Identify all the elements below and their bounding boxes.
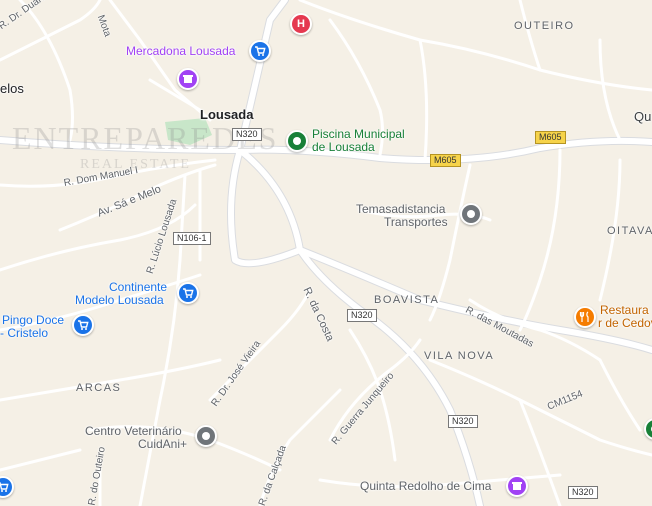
- store-icon[interactable]: [506, 475, 528, 497]
- place-oitava: OITAVA: [607, 225, 652, 237]
- road-shield-m605: M605: [535, 131, 566, 144]
- place-icon[interactable]: [195, 425, 217, 447]
- shopping-cart-icon[interactable]: [249, 40, 271, 62]
- road-shield-n106-1: N106-1: [173, 232, 211, 245]
- poi-pingo-doce-label-2[interactable]: - Cristelo: [0, 327, 48, 340]
- place-boavista: BOAVISTA: [374, 294, 440, 306]
- poi-quinta-label[interactable]: Quinta Redolho de Cima: [360, 480, 491, 493]
- road-shield-n320: N320: [232, 128, 262, 141]
- hospital-icon[interactable]: H: [290, 13, 312, 35]
- road-shield-n320: N320: [347, 309, 377, 322]
- map-canvas[interactable]: ENTREPAREDES REAL ESTATE OUTEIRO OITAVA …: [0, 0, 652, 506]
- place-melos: elos: [0, 81, 24, 96]
- poi-mercadona-label[interactable]: Mercadona Lousada: [126, 45, 235, 58]
- poi-piscina-label-2[interactable]: de Lousada: [312, 141, 375, 154]
- place-vila-nova: VILA NOVA: [424, 350, 495, 362]
- place-lousada: Lousada: [200, 107, 254, 122]
- restaurant-icon[interactable]: [574, 306, 596, 328]
- place-arcas: ARCAS: [76, 382, 122, 394]
- place-qu: Qu: [634, 109, 652, 124]
- poi-temas-label-2[interactable]: Transportes: [384, 216, 448, 229]
- place-outeiro: OUTEIRO: [514, 20, 575, 32]
- place-icon[interactable]: [460, 203, 482, 225]
- shopping-cart-icon[interactable]: [177, 282, 199, 304]
- place-icon[interactable]: [286, 130, 308, 152]
- shopping-cart-icon[interactable]: [72, 314, 94, 336]
- poi-restaurant-label-2[interactable]: r de Cedov: [598, 317, 652, 330]
- poi-continente-label-2[interactable]: Modelo Lousada: [75, 294, 164, 307]
- store-icon[interactable]: [177, 68, 199, 90]
- poi-centro-veterinario-label-2[interactable]: CuidAni+: [138, 438, 187, 451]
- road-shield-n320: N320: [568, 486, 598, 499]
- road-shield-m605: M605: [430, 154, 461, 167]
- road-shield-n320: N320: [448, 415, 478, 428]
